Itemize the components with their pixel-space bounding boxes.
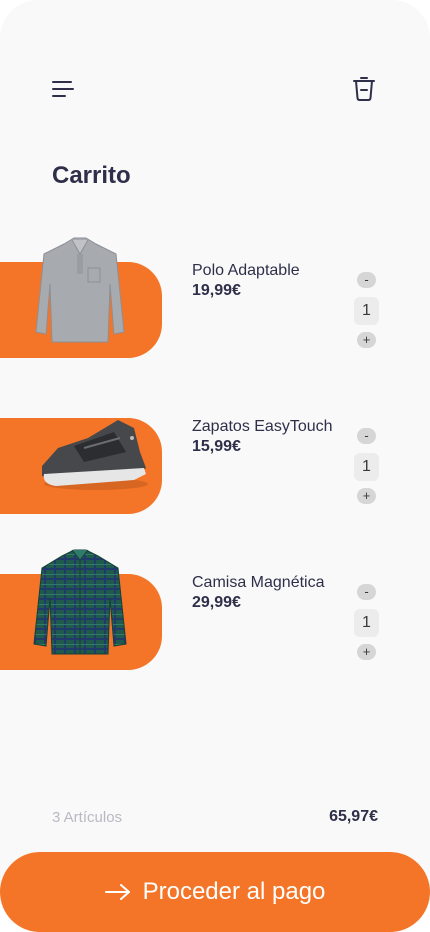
increment-button[interactable]: + xyxy=(357,644,376,660)
page-title: Carrito xyxy=(52,162,131,189)
cart-item: Polo Adaptable 19,99€ - 1 + xyxy=(0,237,430,362)
decrement-button[interactable]: - xyxy=(357,272,376,288)
arrow-right-icon xyxy=(104,884,130,900)
quantity-value: 1 xyxy=(354,609,379,637)
cart-item: Camisa Magnética 29,99€ - 1 + xyxy=(0,549,430,674)
plaid-shirt-image xyxy=(30,544,130,674)
total-price: 65,97€ xyxy=(329,808,378,825)
sneaker-image xyxy=(34,408,148,538)
quantity-value: 1 xyxy=(354,453,379,481)
increment-button[interactable]: + xyxy=(357,488,376,504)
cart-screen: Carrito Polo Adaptable 19,99€ - 1 + Zapa… xyxy=(0,0,430,932)
trash-icon[interactable] xyxy=(346,70,382,106)
item-price: 15,99€ xyxy=(192,438,241,455)
cart-item: Zapatos EasyTouch 15,99€ - 1 + xyxy=(0,418,430,518)
increment-button[interactable]: + xyxy=(357,332,376,348)
item-name: Zapatos EasyTouch xyxy=(192,418,333,435)
checkout-button[interactable]: Proceder al pago xyxy=(0,852,430,932)
decrement-button[interactable]: - xyxy=(357,428,376,444)
polo-shirt-image xyxy=(30,232,130,362)
hamburger-menu-icon[interactable] xyxy=(46,72,80,106)
item-name: Camisa Magnética xyxy=(192,574,325,591)
checkout-label: Proceder al pago xyxy=(142,878,326,905)
item-count: 3 Artículos xyxy=(52,809,123,826)
quantity-value: 1 xyxy=(354,297,379,325)
item-price: 29,99€ xyxy=(192,594,241,611)
item-price: 19,99€ xyxy=(192,282,241,299)
decrement-button[interactable]: - xyxy=(357,584,376,600)
item-name: Polo Adaptable xyxy=(192,262,300,279)
